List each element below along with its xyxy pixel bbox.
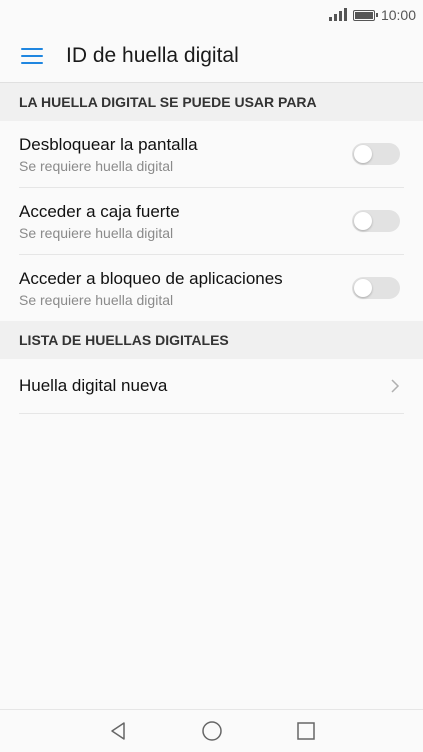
setting-subtitle: Se requiere huella digital xyxy=(19,157,174,174)
battery-icon xyxy=(352,9,378,21)
section-header-usage: LA HUELLA DIGITAL SE PUEDE USAR PARA xyxy=(0,83,423,121)
setting-subtitle: Se requiere huella digital xyxy=(19,224,174,241)
menu-button[interactable] xyxy=(0,30,66,82)
setting-title: Acceder a caja fuerte xyxy=(19,201,180,221)
setting-row-app-lock[interactable]: Acceder a bloqueo de aplicaciones Se req… xyxy=(19,255,404,321)
toggle-knob xyxy=(354,145,372,163)
toggle-knob xyxy=(354,212,372,230)
chevron-right-icon xyxy=(390,378,400,394)
safe-access-toggle[interactable] xyxy=(352,210,400,232)
app-bar: ID de huella digital xyxy=(0,30,423,83)
setting-title: Acceder a bloqueo de aplicaciones xyxy=(19,268,283,288)
unlock-screen-toggle[interactable] xyxy=(352,143,400,165)
recents-icon[interactable] xyxy=(294,719,318,743)
back-icon[interactable] xyxy=(106,719,130,743)
page-title: ID de huella digital xyxy=(66,44,239,67)
setting-subtitle: Se requiere huella digital xyxy=(19,291,174,308)
section-header-fingerprint-list: LISTA DE HUELLAS DIGITALES xyxy=(0,321,423,359)
home-icon[interactable] xyxy=(200,719,224,743)
toggle-knob xyxy=(354,279,372,297)
setting-title: Desbloquear la pantalla xyxy=(19,134,198,154)
menu-icon xyxy=(21,48,43,64)
new-fingerprint-row[interactable]: Huella digital nueva xyxy=(19,359,404,414)
settings-content: LA HUELLA DIGITAL SE PUEDE USAR PARA Des… xyxy=(0,83,423,414)
system-nav-bar xyxy=(0,709,423,752)
signal-icon xyxy=(328,8,347,21)
app-lock-toggle[interactable] xyxy=(352,277,400,299)
new-fingerprint-label: Huella digital nueva xyxy=(19,376,168,395)
setting-row-safe-access[interactable]: Acceder a caja fuerte Se requiere huella… xyxy=(19,188,404,255)
status-bar: 10:00 xyxy=(0,0,423,30)
status-time: 10:00 xyxy=(380,7,416,23)
setting-row-unlock-screen[interactable]: Desbloquear la pantalla Se requiere huel… xyxy=(19,121,404,188)
